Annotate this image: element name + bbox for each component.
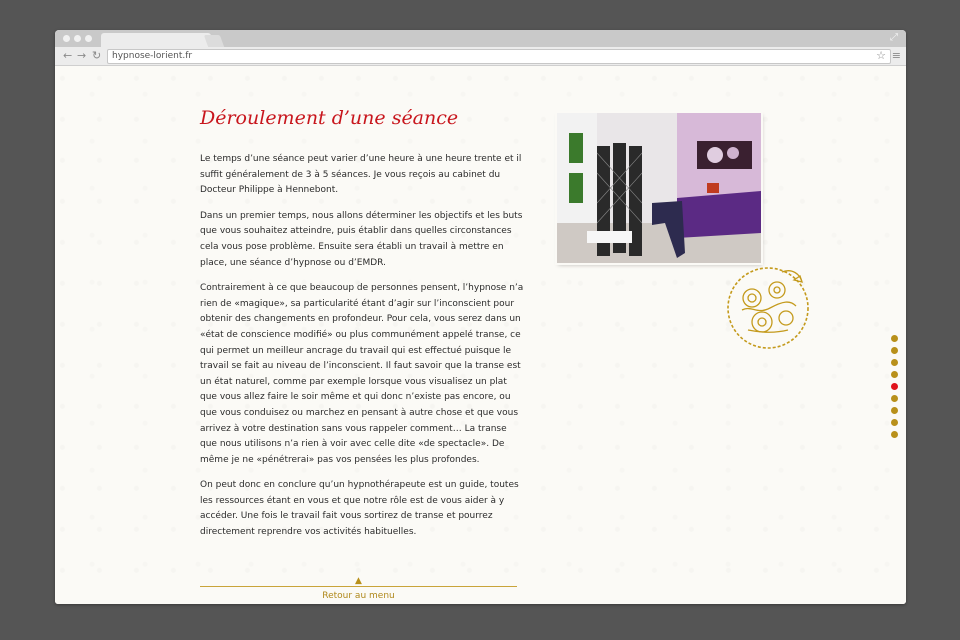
floral-motif-icon [727,267,809,349]
new-tab-button[interactable] [203,35,225,47]
window-zoom-button[interactable] [85,35,92,42]
fullscreen-icon[interactable]: ⤢ [890,32,898,44]
browser-toolbar: ← → ↻ hypnose-lorient.fr ☆ ≡ [55,47,906,66]
section-nav-dot[interactable] [891,431,898,438]
reload-icon[interactable]: ↻ [92,49,101,63]
tab-bar: ⤢ [55,30,906,47]
page-content: Déroulement d’une séance Le temps d’une … [55,66,906,604]
back-to-menu-link[interactable]: Retour au menu [200,586,517,604]
section-nav-dot-active[interactable] [891,383,898,390]
section-nav-dot[interactable] [891,419,898,426]
browser-tab[interactable] [101,33,211,47]
paragraph: Dans un premier temps, nous allons déter… [200,210,523,268]
window-minimize-button[interactable] [74,35,81,42]
article-body: Le temps d’une séance peut varier d’une … [200,152,525,551]
section-nav-dot[interactable] [891,395,898,402]
bookmark-star-icon[interactable]: ☆ [876,49,886,63]
window-close-button[interactable] [63,35,70,42]
paragraph: Le temps d’une séance peut varier d’une … [200,154,522,196]
browser-window: ⤢ ← → ↻ hypnose-lorient.fr ☆ ≡ Dérouleme… [55,30,906,604]
browser-menu-icon[interactable]: ≡ [892,49,901,63]
section-nav-dot[interactable] [891,407,898,414]
back-icon[interactable]: ← [63,49,72,63]
url-text[interactable]: hypnose-lorient.fr [112,50,192,63]
section-nav-dot[interactable] [891,371,898,378]
back-to-menu-block: ▲ Retour au menu ▼ [200,576,517,604]
forward-icon[interactable]: → [77,49,86,63]
section-navigation [891,335,899,443]
scroll-up-arrow-icon[interactable]: ▲ [200,576,517,586]
section-nav-dot[interactable] [891,347,898,354]
section-nav-dot[interactable] [891,359,898,366]
paragraph: Contrairement à ce que beaucoup de perso… [200,283,524,465]
paragraph: On peut donc en conclure qu’un hypnothér… [200,480,519,538]
address-bar[interactable]: hypnose-lorient.fr ☆ [107,49,891,64]
page-title: Déroulement d’une séance [200,107,459,129]
section-nav-dot[interactable] [891,335,898,342]
office-photo-illustration [557,113,761,263]
office-photo [557,113,761,263]
